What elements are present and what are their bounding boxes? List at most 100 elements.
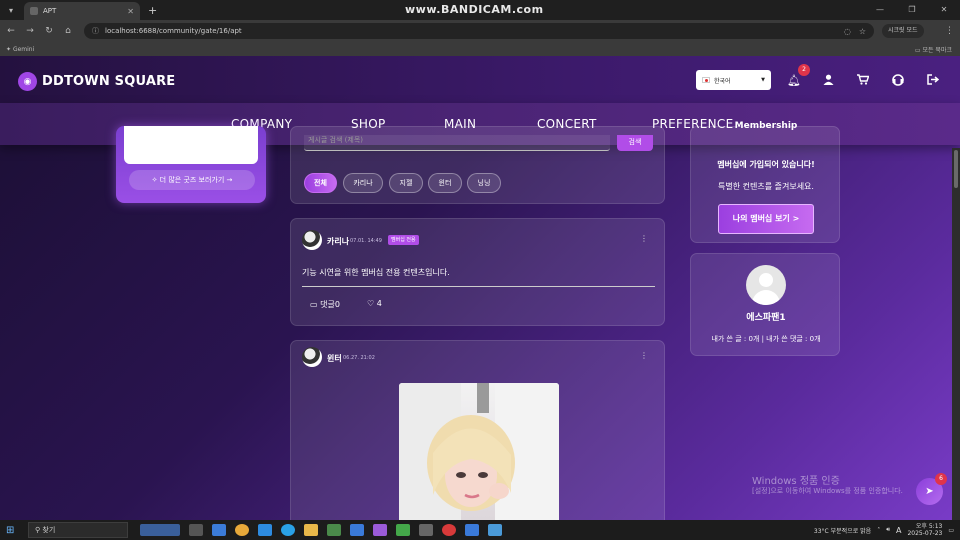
author-avatar[interactable] [302,347,322,367]
taskbar-widget-icon[interactable] [140,524,180,536]
post-card[interactable]: 윈터 06.27. 21:02 ⋮ [290,340,665,520]
search-icon: ⚲ [35,526,41,534]
photo-illustration [399,383,559,520]
tab-search-icon[interactable]: ▾ [4,3,18,17]
windows-taskbar: ⊞ ⚲ 찾기 33°C 부분적으로 맑음 ˄ 🔊︎ A 오후 5:13 2025-… [0,520,960,540]
bookmark-star-icon[interactable]: ☆ [859,27,866,36]
post-time: 07.01. 14:49 [350,238,382,244]
membership-only-badge: 멤버십 전용 [388,235,419,245]
membership-sub: 특별한 컨텐츠를 즐겨보세요. [718,182,814,191]
cart-icon[interactable] [856,74,870,88]
minimize-icon[interactable]: — [864,0,896,20]
app-icon-5[interactable] [373,524,387,536]
url-field[interactable]: ⓘ localhost:6688/community/gate/16/apt ◌… [84,23,874,39]
restore-icon[interactable]: ❐ [896,0,928,20]
incognito-chip[interactable]: 시크릿 모드 [882,24,924,38]
url-text: localhost:6688/community/gate/16/apt [105,27,242,35]
filter-ningning[interactable]: 닝닝 [467,173,501,193]
web-page: ◉ DDTOWN SQUARE 한국어 ▼ 🔔︎ 2 COMPANY SHOP … [0,56,960,520]
logo-icon: ◉ [18,72,37,91]
edge-icon[interactable] [281,524,295,536]
taskbar-search[interactable]: ⚲ 찾기 [28,522,128,538]
author-avatar[interactable] [302,230,322,250]
close-tab-icon[interactable]: ✕ [127,7,134,16]
chevron-down-icon: ▼ [761,77,765,83]
clock[interactable]: 오후 5:13 2025-07-23 [907,523,942,537]
reload-icon[interactable]: ↻ [41,26,57,36]
app-icon-3[interactable] [327,524,341,536]
profile-name: 에스파팬1 [746,313,786,323]
ime-indicator[interactable]: A [896,526,901,535]
windows-activation-title: Windows 정품 인증 [752,476,840,487]
app-icon-7[interactable] [419,524,433,536]
more-goods-button[interactable]: ✧ 더 많은 굿즈 보러가기 → [129,170,255,190]
comment-count[interactable]: ▭ 댓글0 [310,299,340,310]
language-select[interactable]: 한국어 ▼ [696,70,771,90]
post-author[interactable]: 카리나 [327,236,349,247]
like-count[interactable]: ♡ 4 [367,299,382,308]
profile-avatar[interactable] [746,265,786,305]
membership-title: Membership [734,121,798,131]
system-tray: 33°C 부분적으로 맑음 ˄ 🔊︎ A 오후 5:13 2025-07-23 ▭ [814,523,960,537]
post-body[interactable]: 기능 시연을 위한 멤버십 전용 컨텐츠입니다. [302,267,450,278]
app-icon-2[interactable] [258,524,272,536]
back-icon[interactable]: ← [3,26,19,36]
post-time: 06.27. 21:02 [343,355,375,361]
language-label: 한국어 [714,77,731,85]
tray-chevron-icon[interactable]: ˄ [877,527,880,534]
page-scrollbar[interactable] [952,148,960,520]
browser-menu-icon[interactable]: ⋮ [945,26,954,36]
post-card[interactable]: 카리나 07.01. 14:49 멤버십 전용 ⋮ 기능 시연을 위한 멤버십 … [290,218,665,326]
headset-icon[interactable] [891,74,905,89]
app-icon-9[interactable] [488,524,502,536]
favicon-icon [30,7,38,15]
address-bar-row: ← → ↻ ⌂ ⓘ localhost:6688/community/gate/… [0,20,960,42]
volume-icon[interactable]: 🔊︎ [886,526,890,534]
close-window-icon[interactable]: ✕ [928,0,960,20]
search-button[interactable]: 검색 [617,135,653,151]
user-icon[interactable] [821,74,835,88]
logout-icon[interactable] [926,74,940,88]
weather-text[interactable]: 33°C 부분적으로 맑음 [814,526,871,535]
heart-icon: ♡ [367,299,375,308]
app-icon-1[interactable] [212,524,226,536]
scrollbar-thumb[interactable] [954,150,958,188]
chrome-icon[interactable] [235,524,249,536]
forward-icon[interactable]: → [22,26,38,36]
bookmark-gemini[interactable]: ✦ Gemini [6,46,34,53]
comment-icon: ▭ [310,300,318,309]
task-view-icon[interactable] [189,524,203,536]
filter-karina[interactable]: 카리나 [343,173,383,193]
bookmarks-bar: ✦ Gemini ▭ 모든 북마크 [0,42,960,56]
bandicam-watermark: www.BANDICAM.com [405,3,544,16]
goods-card [124,126,258,164]
notification-center-icon[interactable]: ▭ [948,527,954,534]
logo[interactable]: ◉ DDTOWN SQUARE [18,72,175,91]
eye-off-icon[interactable]: ◌ [844,27,851,36]
windows-start-icon[interactable]: ⊞ [6,525,24,536]
post-search-input[interactable]: 게시글 검색 (제목) [304,135,610,151]
goods-panel: ✧ 더 많은 굿즈 보러가기 → [116,126,266,203]
post-menu-icon[interactable]: ⋮ [640,234,648,243]
post-author[interactable]: 윈터 [327,353,342,364]
post-menu-icon[interactable]: ⋮ [640,351,648,360]
view-membership-button[interactable]: 나의 멤버십 보기 > [718,204,814,234]
site-info-icon[interactable]: ⓘ [92,26,99,36]
app-icon-8[interactable] [465,524,479,536]
bell-icon[interactable]: 🔔︎ [787,74,801,87]
app-icon-4[interactable] [350,524,364,536]
all-bookmarks[interactable]: ▭ 모든 북마크 [915,45,952,54]
filter-winter[interactable]: 윈터 [428,173,462,193]
browser-tab-apt[interactable]: APT ✕ [24,2,140,20]
filter-all[interactable]: 전체 [304,173,337,193]
notification-badge: 2 [798,64,810,76]
new-tab-button[interactable]: + [148,4,157,17]
post-photo[interactable] [399,383,559,520]
tab-title: APT [43,7,57,15]
home-icon[interactable]: ⌂ [60,26,76,36]
app-icon-6[interactable] [396,524,410,536]
site-header: ◉ DDTOWN SQUARE 한국어 ▼ 🔔︎ 2 [0,56,960,103]
explorer-icon[interactable] [304,524,318,536]
filter-giselle[interactable]: 지젤 [389,173,423,193]
bandicam-icon[interactable] [442,524,456,536]
